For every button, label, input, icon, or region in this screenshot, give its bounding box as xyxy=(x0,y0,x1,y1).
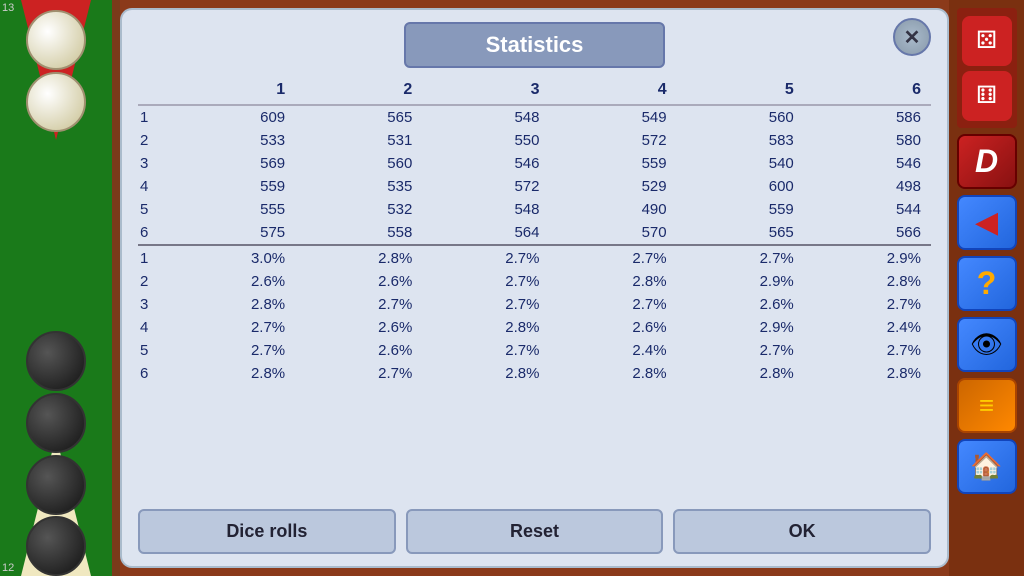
close-button[interactable]: ✕ xyxy=(893,18,931,56)
col-header xyxy=(138,78,168,105)
help-button[interactable]: ? xyxy=(957,256,1017,311)
dialog-header: Statistics ✕ xyxy=(138,22,931,68)
checker-black-1 xyxy=(26,331,86,391)
table-row: 3569560546559540546 xyxy=(138,152,931,175)
home-icon: 🏠 xyxy=(970,451,1002,482)
col-header: 6 xyxy=(804,78,931,105)
dialog-title: Statistics xyxy=(404,22,666,68)
table-row: 62.8%2.7%2.8%2.8%2.8%2.8% xyxy=(138,362,931,385)
table-row: 1609565548549560586 xyxy=(138,105,931,129)
statistics-table: 1234561609565548549560586253353155057258… xyxy=(138,78,931,385)
d-button[interactable]: D xyxy=(957,134,1017,189)
board-bottom xyxy=(0,288,112,576)
statistics-dialog: Statistics ✕ 123456160956554854956058625… xyxy=(120,8,949,568)
dice-display: ⚄ ⚅ xyxy=(957,8,1017,128)
table-row: 42.7%2.6%2.8%2.6%2.9%2.4% xyxy=(138,316,931,339)
menu-icon: ≡ xyxy=(979,390,994,421)
corner-num-top: 13 xyxy=(2,2,14,14)
col-header: 4 xyxy=(549,78,676,105)
checker-white-1 xyxy=(26,10,86,70)
die-face-1: ⚄ xyxy=(962,16,1012,66)
question-icon: ? xyxy=(977,265,997,302)
checker-white-2 xyxy=(26,72,86,132)
table-row: 32.8%2.7%2.7%2.7%2.6%2.7% xyxy=(138,293,931,316)
game-board-left: 13 12 xyxy=(0,0,120,576)
checker-black-2 xyxy=(26,393,86,453)
table-row: 13.0%2.8%2.7%2.7%2.7%2.9% xyxy=(138,245,931,270)
ok-button[interactable]: OK xyxy=(673,509,931,554)
corner-num-bottom: 12 xyxy=(2,562,14,574)
right-sidebar: ⚄ ⚅ D ◀ ? 👁 ≡ 🏠 xyxy=(949,0,1024,576)
eye-button[interactable]: 👁 xyxy=(957,317,1017,372)
col-header: 1 xyxy=(168,78,295,105)
col-header: 3 xyxy=(422,78,549,105)
table-row: 52.7%2.6%2.7%2.4%2.7%2.7% xyxy=(138,339,931,362)
checker-black-4 xyxy=(26,516,86,576)
col-header: 5 xyxy=(677,78,804,105)
checker-black-3 xyxy=(26,455,86,515)
eye-icon: 👁 xyxy=(970,329,1003,360)
table-row: 6575558564570565566 xyxy=(138,221,931,245)
dice-rolls-button[interactable]: Dice rolls xyxy=(138,509,396,554)
table-row: 4559535572529600498 xyxy=(138,175,931,198)
dialog-footer: Dice rolls Reset OK xyxy=(138,499,931,554)
table-container: 1234561609565548549560586253353155057258… xyxy=(138,78,931,499)
home-button[interactable]: 🏠 xyxy=(957,439,1017,494)
die-face-2: ⚅ xyxy=(962,71,1012,121)
arrow-icon: ◀ xyxy=(975,205,998,240)
col-header: 2 xyxy=(295,78,422,105)
arrow-button[interactable]: ◀ xyxy=(957,195,1017,250)
menu-button[interactable]: ≡ xyxy=(957,378,1017,433)
table-row: 5555532548490559544 xyxy=(138,198,931,221)
reset-button[interactable]: Reset xyxy=(406,509,664,554)
board-top xyxy=(0,0,112,288)
table-row: 2533531550572583580 xyxy=(138,129,931,152)
table-row: 22.6%2.6%2.7%2.8%2.9%2.8% xyxy=(138,270,931,293)
